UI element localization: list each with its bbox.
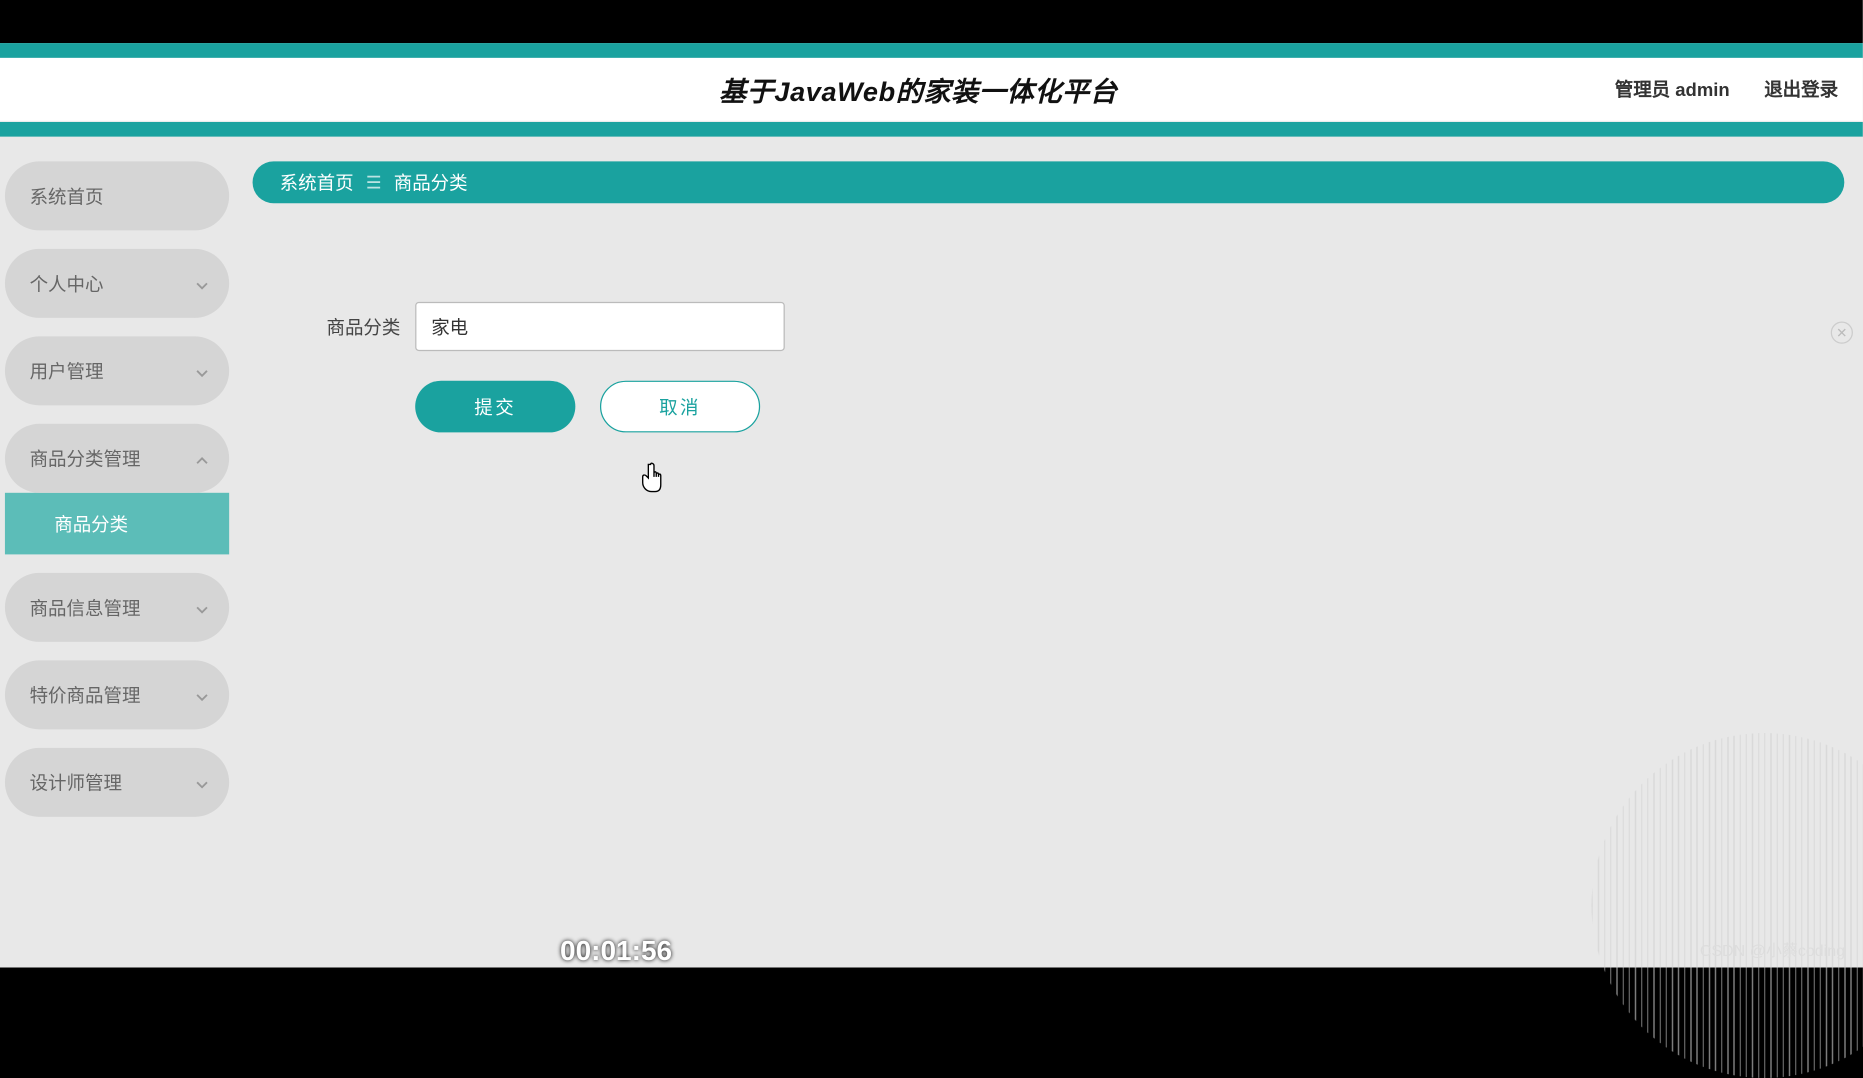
window-top-bar (0, 0, 1863, 43)
chevron-down-icon (195, 601, 207, 613)
sidebar-item-special-product-mgmt[interactable]: 特价商品管理 (5, 660, 229, 729)
decorative-circle (1592, 733, 1863, 1078)
cancel-button[interactable]: 取消 (600, 381, 760, 433)
breadcrumb-current: 商品分类 (394, 169, 468, 195)
chevron-up-icon (195, 452, 207, 464)
sidebar-item-product-info-mgmt[interactable]: 商品信息管理 (5, 573, 229, 642)
sidebar-item-label: 特价商品管理 (30, 682, 141, 708)
sidebar-item-user-mgmt[interactable]: 用户管理 (5, 336, 229, 405)
sidebar-subitem-label: 商品分类 (54, 511, 128, 537)
header: 基于JavaWeb的家装一体化平台 管理员 admin 退出登录 (0, 58, 1863, 122)
sidebar-item-label: 设计师管理 (30, 769, 122, 795)
sidebar-item-home[interactable]: 系统首页 (5, 161, 229, 230)
product-category-input[interactable] (415, 302, 785, 351)
video-timestamp: 00:01:56 (560, 935, 672, 967)
breadcrumb-home[interactable]: 系统首页 (280, 169, 354, 195)
chevron-down-icon (195, 277, 207, 289)
sidebar-item-label: 商品信息管理 (30, 594, 141, 620)
form: 商品分类 提交 取消 (314, 302, 1844, 433)
watermark: CSDN @小蔡coding (1700, 937, 1845, 961)
admin-label[interactable]: 管理员 admin (1615, 76, 1730, 102)
breadcrumb-separator-icon: ☰ (366, 172, 381, 193)
chevron-down-icon (195, 776, 207, 788)
sidebar-item-label: 个人中心 (30, 270, 104, 296)
chevron-down-icon (195, 365, 207, 377)
sidebar-item-label: 用户管理 (30, 358, 104, 384)
main-content: 系统首页 ☰ 商品分类 ✕ 商品分类 提交 取消 (234, 137, 1863, 967)
cursor-pointer-icon (638, 462, 665, 494)
chevron-down-icon (195, 689, 207, 701)
sidebar-item-label: 商品分类管理 (30, 445, 141, 471)
header-accent-stripe (0, 43, 1863, 58)
breadcrumb: 系统首页 ☰ 商品分类 (253, 161, 1845, 203)
close-icon: ✕ (1836, 325, 1847, 341)
sidebar: 系统首页 个人中心 用户管理 商品分类管理 (0, 137, 234, 967)
sidebar-item-label: 系统首页 (30, 183, 104, 209)
close-panel-button[interactable]: ✕ (1831, 322, 1853, 344)
submit-button[interactable]: 提交 (415, 381, 575, 433)
sidebar-item-product-category-mgmt[interactable]: 商品分类管理 (5, 424, 229, 493)
header-accent-stripe-bottom (0, 122, 1863, 137)
sidebar-item-profile[interactable]: 个人中心 (5, 249, 229, 318)
logout-link[interactable]: 退出登录 (1764, 76, 1838, 102)
app-title: 基于JavaWeb的家装一体化平台 (222, 70, 1615, 109)
sidebar-subitem-product-category[interactable]: 商品分类 (5, 493, 229, 555)
sidebar-item-designer-mgmt[interactable]: 设计师管理 (5, 748, 229, 817)
form-field-label: 商品分类 (314, 314, 400, 340)
